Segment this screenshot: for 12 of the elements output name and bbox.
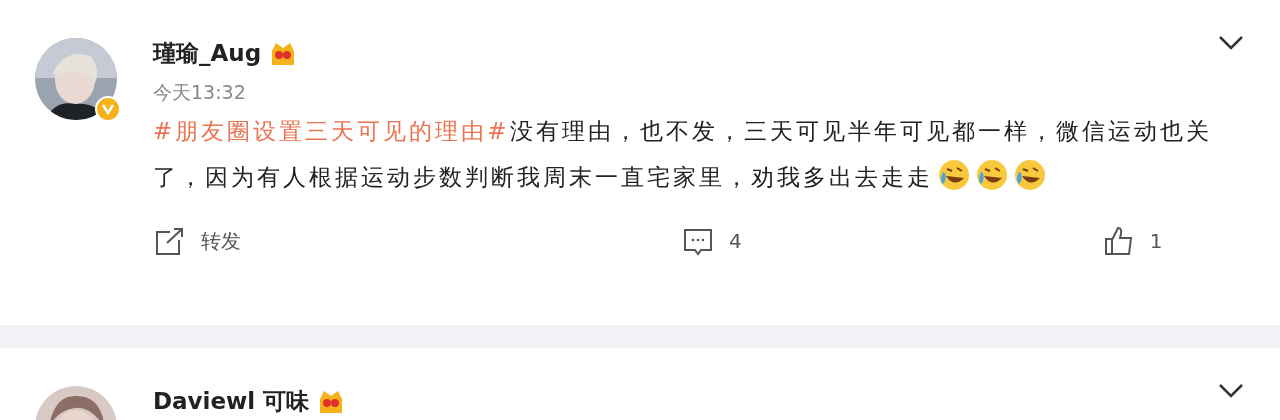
chevron-down-icon[interactable] xyxy=(1218,383,1244,399)
repost-button[interactable]: 转发 xyxy=(153,224,241,258)
chevron-down-icon[interactable] xyxy=(1218,35,1244,51)
post-text: #朋友圈设置三天可见的理由#没有理由，也不发，三天可见半年可见都一样，微信运动也关了，因为有人根据运动步数判断我周末一直宅家里，劝我多出去走走 xyxy=(153,117,1213,194)
like-button[interactable]: 1 xyxy=(1101,224,1163,258)
user-name[interactable]: 瑾瑜_Aug xyxy=(153,38,262,68)
laughing-crying-emoji-icon xyxy=(937,158,971,192)
laughing-crying-emoji-icon xyxy=(1013,158,1047,192)
laughing-crying-emoji-icon xyxy=(975,158,1009,192)
comment-button[interactable]: 4 xyxy=(681,224,742,258)
post-time: 今天13:32 xyxy=(153,80,247,104)
user-name[interactable]: Daviewl 可味 xyxy=(153,386,310,416)
